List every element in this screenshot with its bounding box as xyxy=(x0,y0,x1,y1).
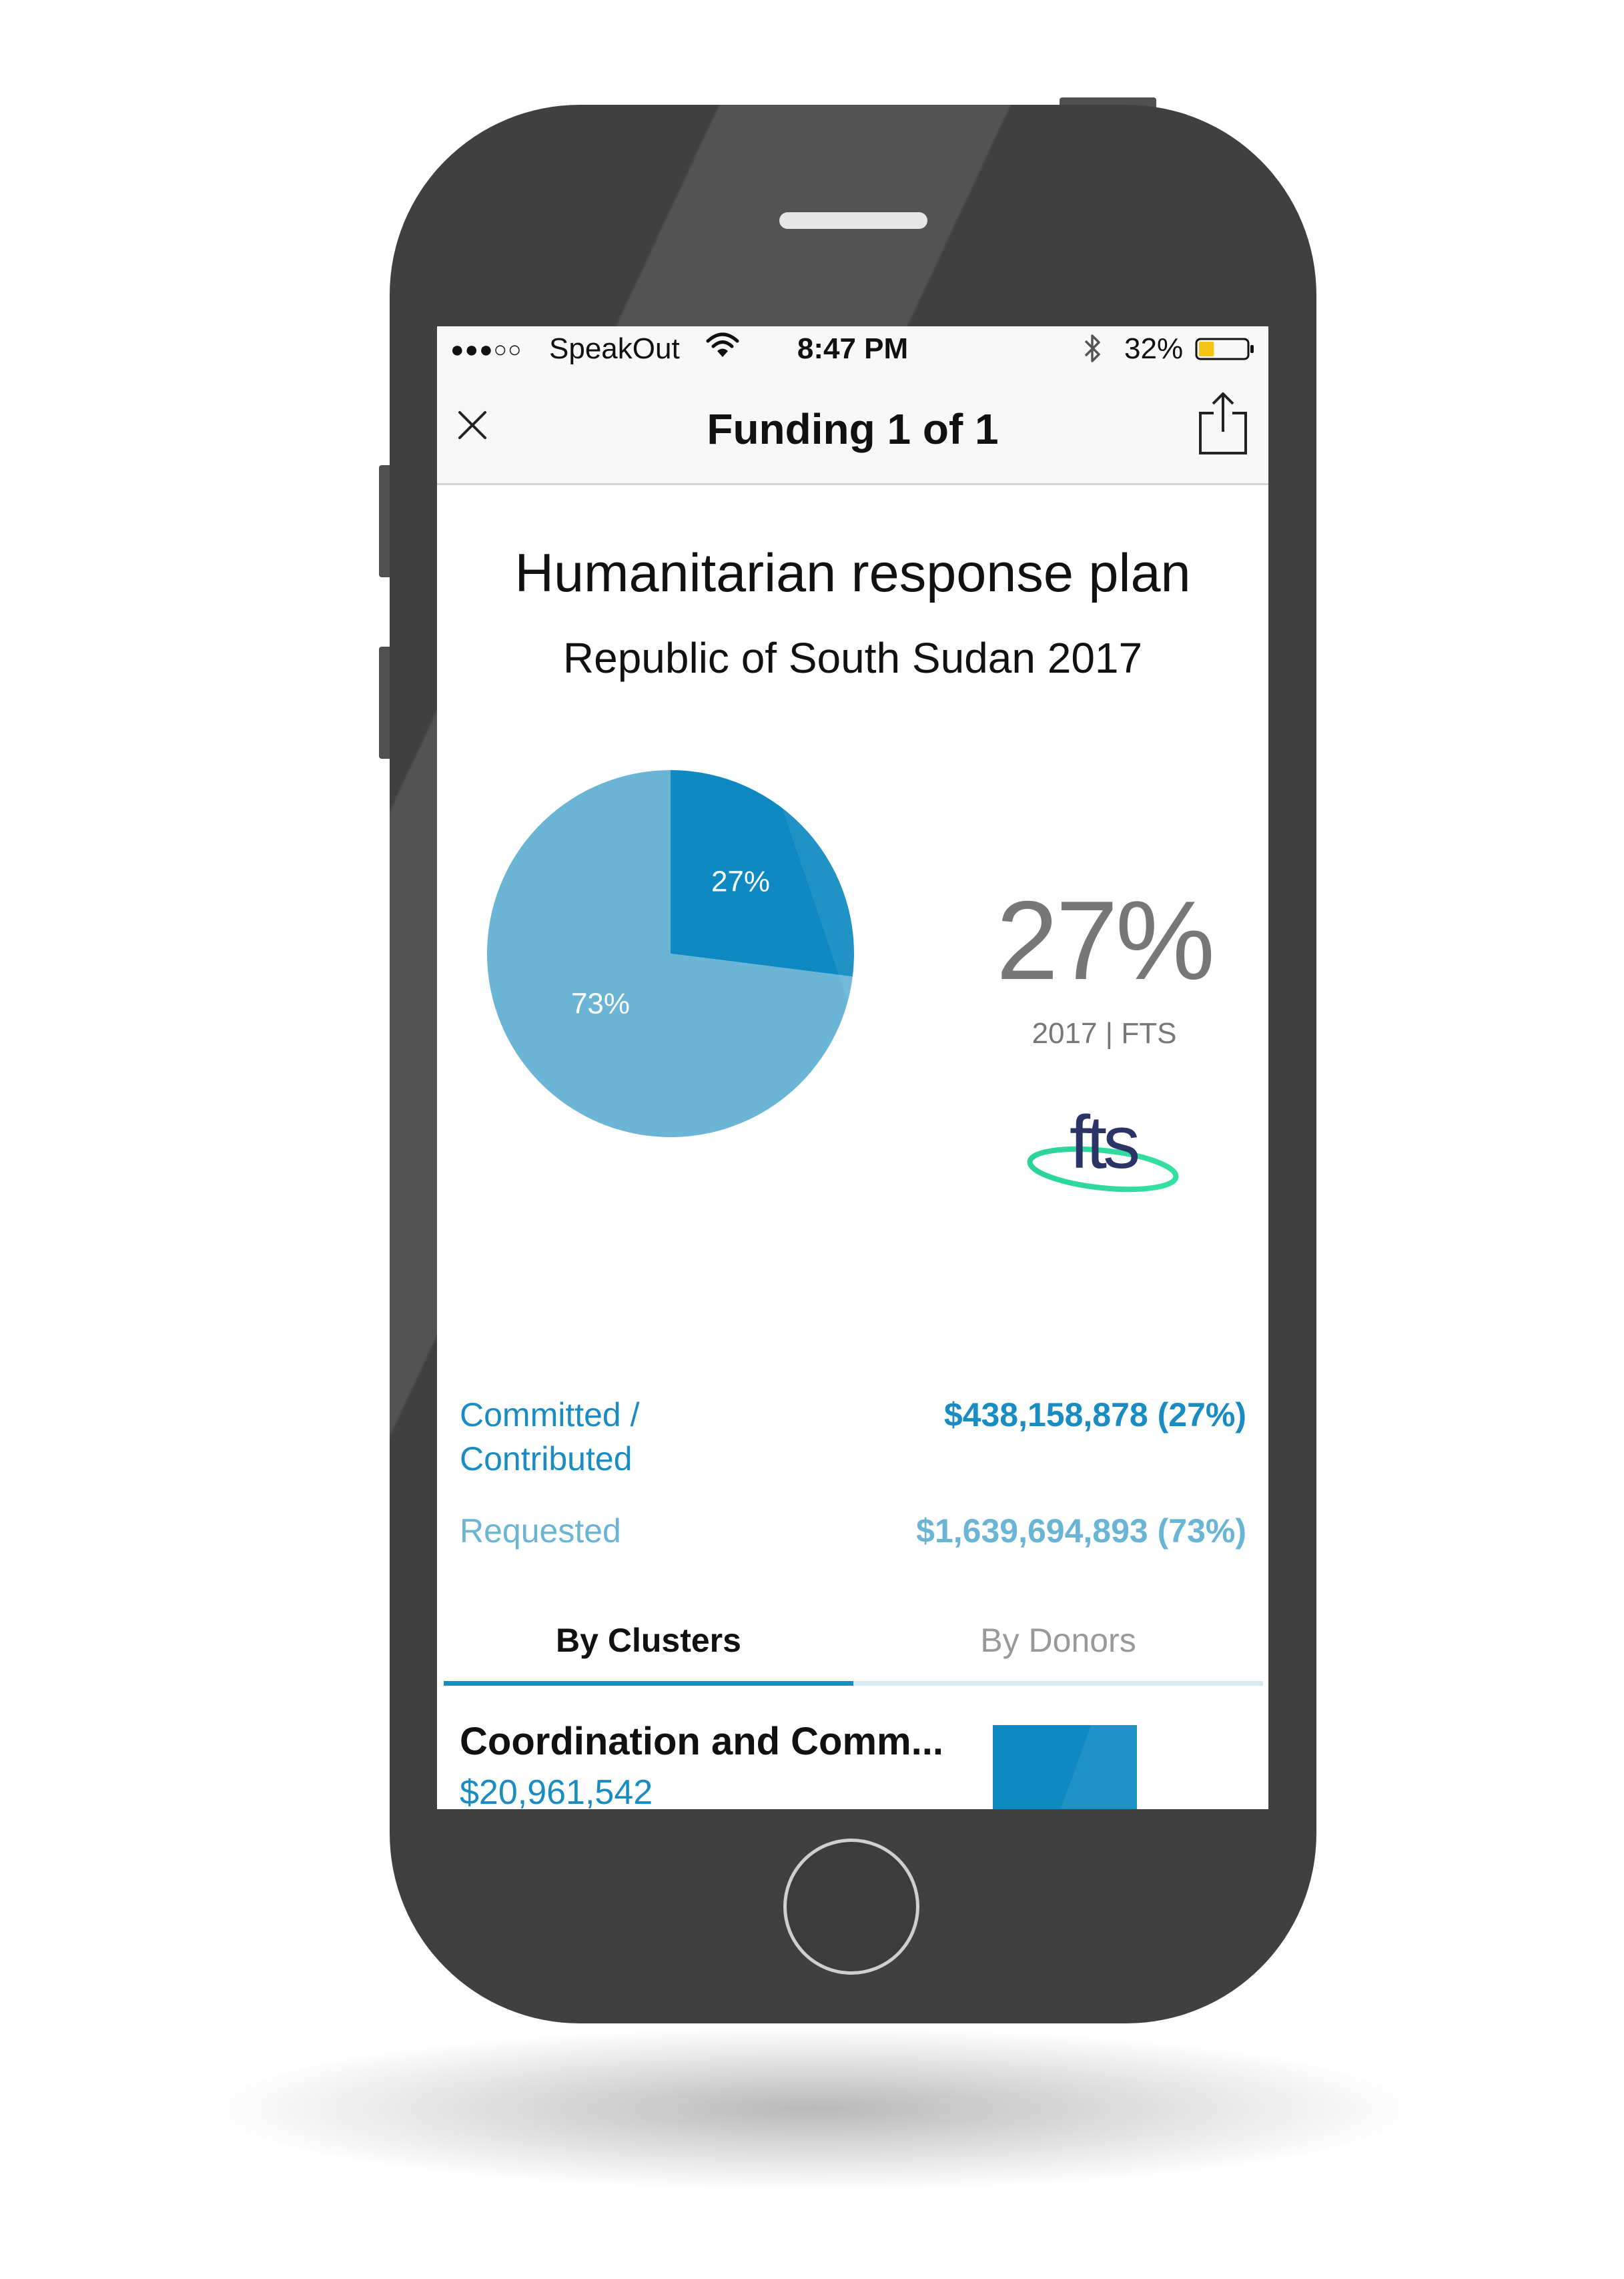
cluster-bar-sheen xyxy=(993,1725,1137,1809)
battery-fill xyxy=(1199,342,1214,356)
source-caption: 2017 | FTS xyxy=(1032,1017,1177,1050)
tab-by-clusters[interactable]: By Clusters xyxy=(444,1604,853,1677)
committed-value: $438,158,878 (27%) xyxy=(943,1396,1246,1433)
pie-slice-label: 27% xyxy=(711,866,770,898)
battery-percent: 32% xyxy=(1124,332,1184,365)
committed-label: Committed / Contributed xyxy=(460,1396,640,1478)
pie-slice-label: 73% xyxy=(571,988,630,1020)
tab-indicator-active xyxy=(444,1681,853,1686)
nav-title: Funding 1 of 1 xyxy=(707,405,999,453)
battery-icon xyxy=(1195,338,1254,360)
home-button[interactable] xyxy=(783,1839,919,1975)
funding-percent-value: 27% xyxy=(995,878,1215,1003)
app-screen: ●●●○○ SpeakOut 8:47 PM 32% Funding 1 of … xyxy=(437,326,1268,1809)
share-icon[interactable] xyxy=(1196,390,1250,457)
navigation-bar: Funding 1 of 1 xyxy=(437,373,1268,485)
phone-shadow xyxy=(220,2029,1408,2189)
speaker-grille xyxy=(779,212,927,229)
cluster-amount: $20,961,542 xyxy=(460,1773,653,1809)
funding-pie-chart: 27% 73% xyxy=(487,770,854,1137)
plan-title: Humanitarian response plan xyxy=(514,543,1191,603)
bluetooth-icon xyxy=(1084,334,1100,362)
fts-logo-text: fts xyxy=(1070,1100,1138,1184)
plan-subtitle: Republic of South Sudan 2017 xyxy=(562,634,1143,682)
requested-value: $1,639,694,893 (73%) xyxy=(916,1512,1246,1550)
tab-indicator-inactive xyxy=(853,1681,1263,1686)
status-bar: ●●●○○ SpeakOut 8:47 PM 32% xyxy=(437,326,1268,373)
fts-logo: fts xyxy=(1027,1100,1179,1193)
requested-label: Requested xyxy=(460,1512,621,1550)
cluster-bar xyxy=(993,1725,1137,1809)
cluster-name[interactable]: Coordination and Comm... xyxy=(460,1718,967,1765)
tab-by-donors[interactable]: By Donors xyxy=(853,1604,1263,1677)
